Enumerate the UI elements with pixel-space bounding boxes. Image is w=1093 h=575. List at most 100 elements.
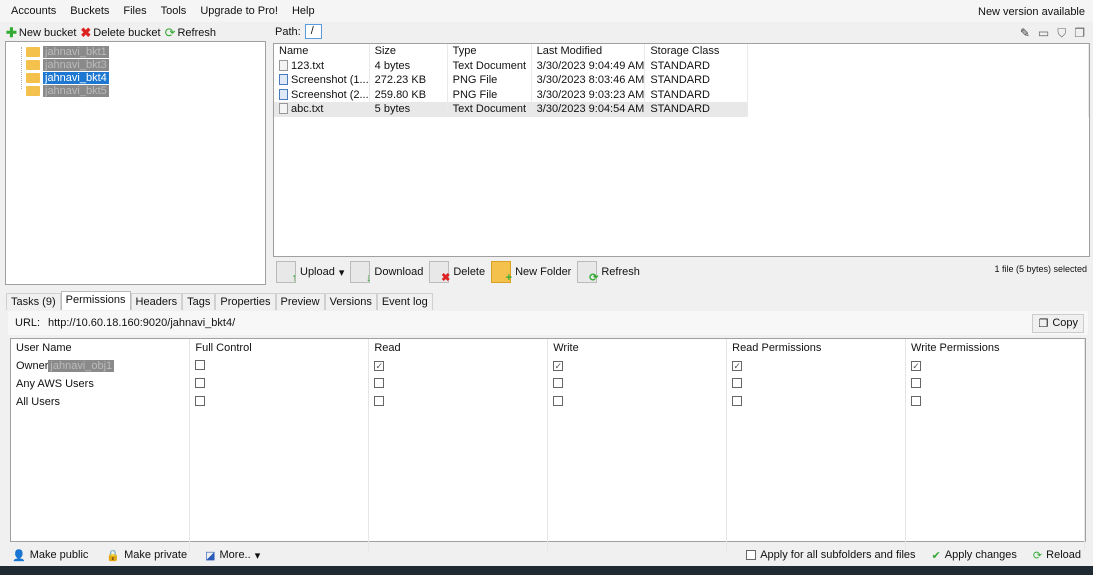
menu-help[interactable]: Help: [292, 5, 315, 17]
new-version-link[interactable]: New version available: [978, 6, 1085, 18]
tab-tags[interactable]: Tags: [182, 293, 216, 310]
delete-icon: ✖: [429, 261, 450, 284]
col-class[interactable]: Storage Class: [644, 44, 749, 59]
lock-icon: 🔒: [106, 549, 121, 562]
new-bucket-button[interactable]: ✚ New bucket: [6, 25, 76, 41]
menu-upgrade[interactable]: Upgrade to Pro!: [200, 5, 278, 17]
delete-bucket-button[interactable]: ✖ Delete bucket: [80, 25, 160, 41]
file-list: Name Size Type Last Modified Storage Cla…: [273, 43, 1090, 257]
write-checkbox[interactable]: [553, 395, 564, 406]
bucket-tree: jahnavi_bkt1 jahnavi_bkt3 jahnavi_bkt4 j…: [5, 41, 266, 285]
write-checkbox[interactable]: [553, 377, 564, 388]
make-public-button[interactable]: 👤 Make public: [12, 549, 88, 562]
more-button[interactable]: ◪ More.. ▾: [205, 549, 260, 562]
write-checkbox[interactable]: ✓: [553, 361, 564, 371]
file-row[interactable]: Screenshot (1... 272.23 KB PNG File 3/30/20…: [274, 73, 1089, 88]
tab-tasks[interactable]: Tasks (9): [6, 293, 61, 310]
apply-changes-button[interactable]: ✔ Apply changes: [932, 549, 1017, 562]
png-file-icon: [279, 88, 288, 100]
refresh-buckets-button[interactable]: ⟳ Refresh: [165, 25, 216, 41]
tab-properties[interactable]: Properties: [215, 293, 276, 310]
delete-x-icon: ✖: [80, 25, 92, 40]
tab-versions[interactable]: Versions: [324, 293, 377, 310]
taskbar: [0, 566, 1093, 575]
file-row[interactable]: Screenshot (2... 259.80 KB PNG File 3/30/20…: [274, 87, 1089, 102]
col-name[interactable]: Name: [274, 44, 370, 59]
col-size[interactable]: Size: [369, 44, 448, 59]
full-control-checkbox[interactable]: [195, 377, 206, 388]
read-permissions-checkbox[interactable]: [732, 377, 743, 388]
selection-status: 1 file (5 bytes) selected: [994, 264, 1087, 274]
reload-button[interactable]: ⟳ Reload: [1033, 549, 1081, 562]
copy-url-button[interactable]: ❐ Copy: [1032, 313, 1084, 333]
text-file-icon: [279, 103, 288, 115]
new-folder-button[interactable]: + New Folder: [491, 261, 571, 284]
path-label: Path:: [275, 25, 301, 38]
menu-accounts[interactable]: Accounts: [11, 5, 56, 17]
folder-icon: [26, 85, 40, 96]
folder-icon: [26, 72, 40, 83]
edit-pencil-icon[interactable]: ✎: [1020, 26, 1030, 41]
folder-icon: [26, 59, 40, 70]
permission-row: Any AWS Users: [11, 375, 1085, 393]
refresh-icon: ⟳: [577, 261, 598, 284]
upload-button[interactable]: ↑ Upload ▾: [276, 261, 344, 284]
col-type[interactable]: Type: [447, 44, 532, 59]
tab-headers[interactable]: Headers: [130, 293, 183, 310]
filter-icon[interactable]: ⛉: [1057, 26, 1066, 41]
file-row-selected[interactable]: abc.txt 5 bytes Text Document 3/30/2023 9:0…: [274, 102, 1089, 117]
permissions-grid: User Name Full Control Read Write Read P…: [10, 338, 1086, 551]
menu-tools[interactable]: Tools: [161, 5, 187, 17]
refresh-icon: ⟳: [164, 25, 176, 40]
copy-icon: ❐: [1038, 317, 1049, 330]
owner-name-redacted: jahnavi_obj1: [48, 360, 115, 372]
url-value[interactable]: http://10.60.18.160:9020/jahnavi_bkt4/: [48, 317, 235, 329]
file-row[interactable]: 123.txt 4 bytes Text Document 3/30/2023 9:0…: [274, 58, 1089, 73]
permissions-header: User Name Full Control Read Write Read P…: [11, 339, 1085, 357]
new-folder-icon: +: [491, 261, 512, 284]
write-permissions-checkbox[interactable]: [911, 377, 922, 388]
apply-all-checkbox[interactable]: Apply for all subfolders and files: [746, 549, 916, 561]
menu-files[interactable]: Files: [123, 5, 146, 17]
read-checkbox[interactable]: ✓: [374, 361, 385, 371]
file-action-bar: ↑ Upload ▾ ↓ Download ✖ Delete + New Folder ⟳…: [276, 259, 640, 285]
copy-panes-icon[interactable]: ❐: [1074, 26, 1085, 41]
bucket-node[interactable]: jahnavi_bkt1: [26, 45, 109, 58]
bucket-node[interactable]: jahnavi_bkt3: [26, 58, 109, 71]
read-permissions-checkbox[interactable]: [732, 395, 743, 406]
url-label: URL:: [15, 317, 41, 329]
tab-event-log[interactable]: Event log: [376, 293, 433, 310]
write-permissions-checkbox[interactable]: ✓: [911, 361, 922, 371]
menu-buckets[interactable]: Buckets: [70, 5, 109, 17]
read-permissions-checkbox[interactable]: ✓: [732, 361, 743, 371]
file-list-header: Name Size Type Last Modified Storage Cla…: [274, 44, 1089, 59]
write-permissions-checkbox[interactable]: [911, 395, 922, 406]
bottom-toolbar: 👤 Make public 🔒 Make private ◪ More.. ▾ Appl…: [0, 544, 1093, 566]
url-row: URL: http://10.60.18.160:9020/jahnavi_bk…: [8, 311, 1088, 335]
download-button[interactable]: ↓ Download: [350, 261, 423, 284]
download-icon: ↓: [350, 261, 371, 284]
read-checkbox[interactable]: [374, 395, 385, 406]
read-checkbox[interactable]: [374, 377, 385, 388]
folder-icon: [26, 46, 40, 57]
reload-icon: ⟳: [1032, 549, 1043, 562]
tab-permissions[interactable]: Permissions: [60, 291, 131, 310]
bucket-node[interactable]: jahnavi_bkt5: [26, 84, 109, 97]
full-control-checkbox[interactable]: [195, 395, 206, 406]
menu-bar: Accounts Buckets Files Tools Upgrade to …: [0, 0, 1093, 22]
make-private-button[interactable]: 🔒 Make private: [106, 549, 187, 562]
window-icon[interactable]: ▭: [1038, 26, 1049, 41]
full-control-checkbox[interactable]: [195, 359, 206, 370]
dropdown-arrow-icon: ▾: [254, 549, 261, 562]
bucket-node-selected[interactable]: jahnavi_bkt4: [26, 71, 109, 84]
users-icon: 👤: [12, 549, 26, 562]
path-input[interactable]: /: [304, 24, 322, 39]
refresh-files-button[interactable]: ⟳ Refresh: [577, 261, 640, 284]
col-modified[interactable]: Last Modified: [531, 44, 646, 59]
permission-row: Owner jahnavi_obj1 ✓ ✓ ✓ ✓: [11, 357, 1085, 375]
text-file-icon: [279, 59, 288, 71]
delete-button[interactable]: ✖ Delete: [429, 261, 485, 284]
upload-icon: ↑: [276, 261, 297, 284]
plus-icon: ✚: [6, 25, 17, 40]
tab-preview[interactable]: Preview: [275, 293, 325, 310]
